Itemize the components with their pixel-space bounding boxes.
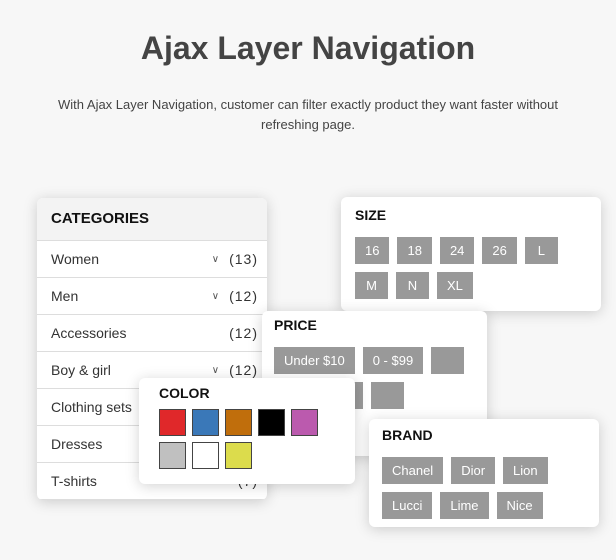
category-label: Women <box>51 251 99 267</box>
price-title: PRICE <box>274 317 317 333</box>
category-count: (12) <box>229 325 258 341</box>
price-option[interactable] <box>431 347 465 374</box>
category-item[interactable]: Women ∨ (13) <box>37 241 267 278</box>
size-option[interactable]: 26 <box>482 237 517 264</box>
category-count: (12) <box>229 362 258 378</box>
color-swatch[interactable] <box>159 409 186 436</box>
color-swatch[interactable] <box>192 442 219 469</box>
brand-option[interactable]: Dior <box>451 457 496 484</box>
price-option[interactable]: Under $10 <box>274 347 355 374</box>
size-panel: SIZE 16 18 24 26 L M N XL <box>341 197 601 311</box>
category-label: Accessories <box>51 325 127 341</box>
page-title: Ajax Layer Navigation <box>140 30 476 66</box>
category-item[interactable]: Men ∨ (12) <box>37 278 267 315</box>
color-panel: COLOR <box>139 378 355 484</box>
brand-option[interactable]: Chanel <box>382 457 444 484</box>
color-swatch[interactable] <box>258 409 285 436</box>
color-title: COLOR <box>159 385 210 401</box>
price-option[interactable]: 0 - $99 <box>362 347 424 374</box>
size-title: SIZE <box>355 207 387 223</box>
color-swatch[interactable] <box>225 442 252 469</box>
size-option[interactable]: N <box>396 272 429 299</box>
chevron-down-icon[interactable]: ∨ <box>212 254 219 265</box>
brand-option[interactable]: Lucci <box>382 492 433 519</box>
chevron-down-icon[interactable]: ∨ <box>212 291 219 302</box>
category-item[interactable]: Accessories (12) <box>37 315 267 352</box>
size-option[interactable]: XL <box>437 272 473 299</box>
color-swatch[interactable] <box>159 442 186 469</box>
brand-title: BRAND <box>382 427 433 443</box>
size-option[interactable]: M <box>355 272 388 299</box>
page-subtitle: With Ajax Layer Navigation, customer can… <box>58 97 559 132</box>
color-swatch[interactable] <box>291 409 318 436</box>
category-count: (12) <box>229 288 258 304</box>
color-swatch[interactable] <box>225 409 252 436</box>
size-option[interactable]: L <box>524 237 558 264</box>
price-option[interactable] <box>371 382 405 409</box>
categories-title: CATEGORIES <box>37 198 267 241</box>
brand-option[interactable]: Nice <box>496 492 543 519</box>
brand-panel: BRAND Chanel Dior Lion Lucci Lime Nice <box>369 419 599 527</box>
category-count: (13) <box>229 251 258 267</box>
category-label: Men <box>51 288 79 304</box>
size-option[interactable]: 24 <box>439 237 475 264</box>
color-swatch[interactable] <box>192 409 219 436</box>
brand-option[interactable]: Lime <box>440 492 489 519</box>
brand-option[interactable]: Lion <box>503 457 548 484</box>
size-option[interactable]: 18 <box>397 237 432 264</box>
category-label: Boy & girl <box>51 362 111 378</box>
chevron-down-icon[interactable]: ∨ <box>212 365 219 376</box>
size-option[interactable]: 16 <box>355 237 390 264</box>
